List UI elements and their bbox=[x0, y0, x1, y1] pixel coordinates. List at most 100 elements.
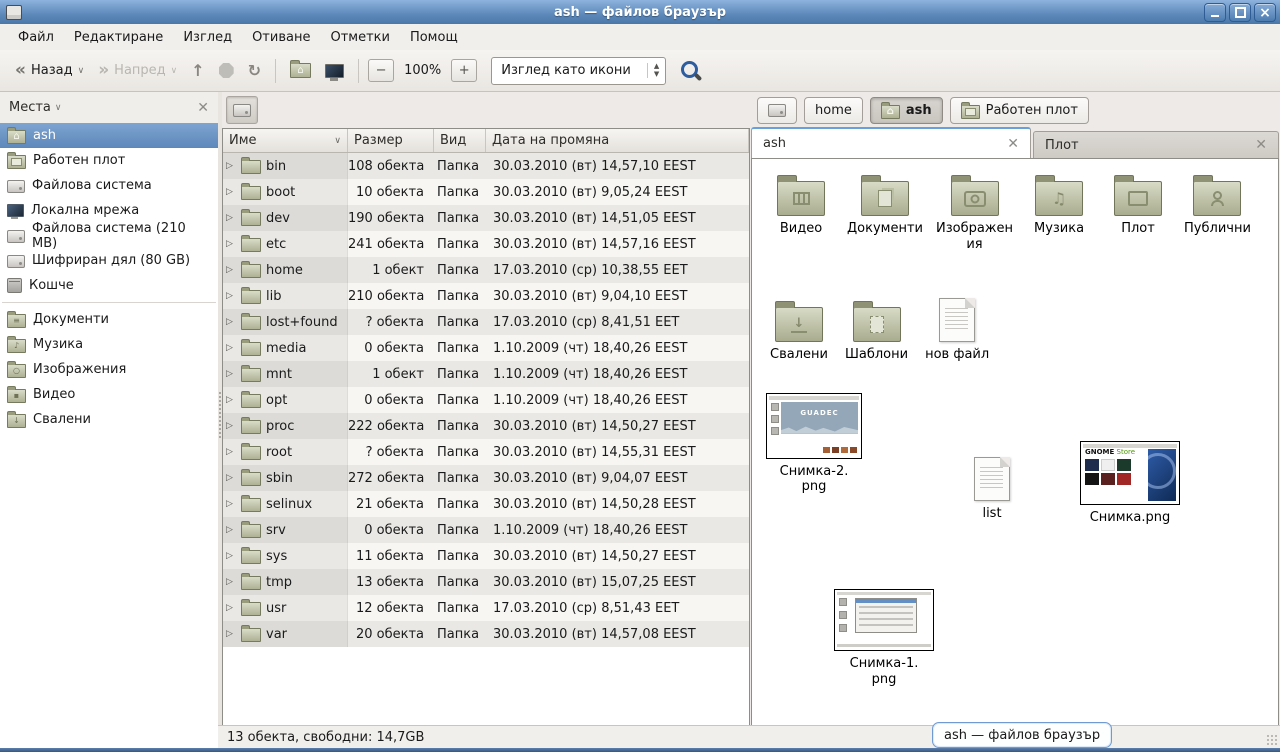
sidebar-item[interactable]: Документи bbox=[0, 307, 218, 332]
tree-row[interactable]: ▷etc241 обектаПапка30.03.2010 (вт) 14,57… bbox=[223, 231, 749, 257]
tab-close-icon[interactable]: ✕ bbox=[1007, 137, 1019, 151]
icon-item[interactable]: Шаблони bbox=[845, 296, 908, 363]
reload-button[interactable]: ↻ bbox=[241, 58, 268, 84]
icon-item[interactable]: Документи bbox=[847, 170, 923, 237]
icon-view[interactable]: ВидеоДокументиИзображен ия♫МузикаПлотПуб… bbox=[751, 158, 1279, 726]
icon-item[interactable]: Плот bbox=[1105, 170, 1171, 237]
titlebar[interactable]: ash — файлов браузър × bbox=[0, 0, 1280, 24]
zoom-out-button[interactable]: − bbox=[368, 59, 394, 82]
icon-item[interactable]: Публични bbox=[1184, 170, 1251, 237]
expander-icon[interactable]: ▷ bbox=[226, 369, 236, 379]
back-button[interactable]: « Назад ∨ bbox=[8, 57, 91, 84]
column-header-name[interactable]: Име ∨ bbox=[223, 129, 348, 152]
tree-row[interactable]: ▷srv0 обектаПапка1.10.2009 (чт) 18,40,26… bbox=[223, 517, 749, 543]
sidebar-item[interactable]: Кошче bbox=[0, 273, 218, 298]
tree-row[interactable]: ▷boot10 обектаПапка30.03.2010 (вт) 9,05,… bbox=[223, 179, 749, 205]
tree-row[interactable]: ▷bin108 обектаПапка30.03.2010 (вт) 14,57… bbox=[223, 153, 749, 179]
home-button[interactable] bbox=[283, 58, 318, 83]
expander-icon[interactable]: ▷ bbox=[226, 395, 236, 405]
column-header-size[interactable]: Размер bbox=[348, 129, 434, 152]
expander-icon[interactable]: ▷ bbox=[226, 447, 236, 457]
icon-item[interactable]: Снимка-1. png bbox=[834, 589, 934, 687]
path-button[interactable]: home bbox=[804, 97, 863, 124]
expander-icon[interactable]: ▷ bbox=[226, 551, 236, 561]
tree-row[interactable]: ▷root? обектаПапка30.03.2010 (вт) 14,55,… bbox=[223, 439, 749, 465]
icon-item[interactable]: Видео bbox=[768, 170, 834, 237]
spinner-arrows-icon[interactable]: ▲▼ bbox=[647, 63, 659, 78]
view-mode-select[interactable]: Изглед като икони ▲▼ bbox=[491, 57, 666, 85]
menu-item[interactable]: Файл bbox=[8, 26, 64, 49]
tree-row[interactable]: ▷lib210 обектаПапка30.03.2010 (вт) 9,04,… bbox=[223, 283, 749, 309]
menu-item[interactable]: Отметки bbox=[320, 26, 399, 49]
icon-item[interactable]: GNOME StoreСнимка.png bbox=[1080, 441, 1180, 526]
minimize-button[interactable] bbox=[1204, 3, 1226, 22]
sidebar-item[interactable]: Файлова система (210 MB) bbox=[0, 223, 218, 248]
menu-item[interactable]: Помощ bbox=[400, 26, 468, 49]
sidebar-item[interactable]: Изображения bbox=[0, 357, 218, 382]
expander-icon[interactable]: ▷ bbox=[226, 421, 236, 431]
expander-icon[interactable]: ▷ bbox=[226, 343, 236, 353]
tree-row[interactable]: ▷lost+found? обектаПапка17.03.2010 (ср) … bbox=[223, 309, 749, 335]
menu-item[interactable]: Изглед bbox=[173, 26, 242, 49]
back-chevron-down-icon[interactable]: ∨ bbox=[78, 66, 85, 76]
sidebar-item[interactable]: Файлова система bbox=[0, 173, 218, 198]
close-button[interactable]: × bbox=[1254, 3, 1276, 22]
tree-row[interactable]: ▷sbin272 обектаПапка30.03.2010 (вт) 9,04… bbox=[223, 465, 749, 491]
tree-row[interactable]: ▷selinux21 обектаПапка30.03.2010 (вт) 14… bbox=[223, 491, 749, 517]
expander-icon[interactable]: ▷ bbox=[226, 187, 236, 197]
icon-item[interactable]: ↓Свалени bbox=[770, 296, 828, 363]
tree-row[interactable]: ▷usr12 обектаПапка17.03.2010 (ср) 8,51,4… bbox=[223, 595, 749, 621]
sidebar-item[interactable]: Шифриран дял (80 GB) bbox=[0, 248, 218, 273]
root-filesystem-button[interactable] bbox=[226, 96, 258, 124]
tab[interactable]: ash✕ bbox=[751, 127, 1031, 158]
tree-row[interactable]: ▷dev190 обектаПапка30.03.2010 (вт) 14,51… bbox=[223, 205, 749, 231]
tree-row[interactable]: ▷opt0 обектаПапка1.10.2009 (чт) 18,40,26… bbox=[223, 387, 749, 413]
stop-button[interactable] bbox=[212, 58, 241, 83]
path-button[interactable] bbox=[757, 97, 797, 124]
column-header-date[interactable]: Дата на промяна bbox=[486, 129, 749, 152]
tree-row[interactable]: ▷tmp13 обектаПапка30.03.2010 (вт) 15,07,… bbox=[223, 569, 749, 595]
tree-row[interactable]: ▷proc222 обектаПапка30.03.2010 (вт) 14,5… bbox=[223, 413, 749, 439]
search-button[interactable] bbox=[666, 54, 709, 87]
up-button[interactable]: ↑ bbox=[184, 58, 211, 84]
chevron-down-icon[interactable]: ∨ bbox=[55, 103, 62, 113]
tree-row[interactable]: ▷media0 обектаПапка1.10.2009 (чт) 18,40,… bbox=[223, 335, 749, 361]
sidebar-item[interactable]: ash bbox=[0, 123, 218, 148]
tree-row[interactable]: ▷sys11 обектаПапка30.03.2010 (вт) 14,50,… bbox=[223, 543, 749, 569]
expander-icon[interactable]: ▷ bbox=[226, 317, 236, 327]
sidebar-item[interactable]: Видео bbox=[0, 382, 218, 407]
expander-icon[interactable]: ▷ bbox=[226, 603, 236, 613]
icon-item[interactable]: Изображен ия bbox=[936, 170, 1013, 252]
sidebar-close-icon[interactable]: ✕ bbox=[197, 101, 209, 115]
resize-grip[interactable] bbox=[1266, 734, 1278, 746]
menu-item[interactable]: Редактиране bbox=[64, 26, 173, 49]
tree-row[interactable]: ▷var20 обектаПапка30.03.2010 (вт) 14,57,… bbox=[223, 621, 749, 647]
expander-icon[interactable]: ▷ bbox=[226, 239, 236, 249]
sidebar-item[interactable]: Локална мрежа bbox=[0, 198, 218, 223]
tree-row[interactable]: ▷mnt1 обектПапка1.10.2009 (чт) 18,40,26 … bbox=[223, 361, 749, 387]
forward-button[interactable]: » Напред ∨ bbox=[91, 57, 184, 84]
expander-icon[interactable]: ▷ bbox=[226, 213, 236, 223]
expander-icon[interactable]: ▷ bbox=[226, 265, 236, 275]
zoom-in-button[interactable]: + bbox=[451, 59, 477, 82]
path-button[interactable]: Работен плот bbox=[950, 97, 1089, 124]
icon-item[interactable]: GUADECСнимка-2. png bbox=[766, 393, 862, 495]
sidebar-item[interactable]: Работен плот bbox=[0, 148, 218, 173]
icon-item[interactable]: нов файл bbox=[925, 296, 989, 363]
expander-icon[interactable]: ▷ bbox=[226, 525, 236, 535]
sidebar-item[interactable]: Музика bbox=[0, 332, 218, 357]
tab-close-icon[interactable]: ✕ bbox=[1255, 138, 1267, 152]
expander-icon[interactable]: ▷ bbox=[226, 629, 236, 639]
expander-icon[interactable]: ▷ bbox=[226, 473, 236, 483]
icon-item[interactable]: list bbox=[974, 455, 1010, 522]
path-button[interactable]: ash bbox=[870, 97, 943, 124]
maximize-button[interactable] bbox=[1229, 3, 1251, 22]
sidebar-title[interactable]: Места bbox=[9, 100, 51, 115]
tree-row[interactable]: ▷home1 обектПапка17.03.2010 (ср) 10,38,5… bbox=[223, 257, 749, 283]
icon-item[interactable]: ♫Музика bbox=[1026, 170, 1092, 237]
tab[interactable]: Плот✕ bbox=[1033, 131, 1279, 158]
computer-button[interactable] bbox=[318, 59, 351, 83]
column-header-type[interactable]: Вид bbox=[434, 129, 486, 152]
expander-icon[interactable]: ▷ bbox=[226, 499, 236, 509]
expander-icon[interactable]: ▷ bbox=[226, 161, 236, 171]
